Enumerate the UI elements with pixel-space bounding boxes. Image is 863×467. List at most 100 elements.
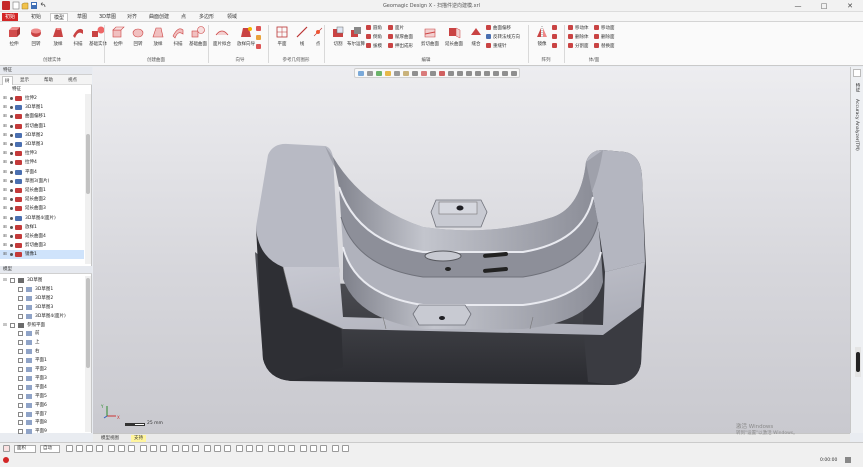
status-tool-9-icon[interactable]: [150, 445, 157, 452]
feature-tree-item[interactable]: ⊞ 延长曲面3: [0, 204, 84, 213]
panel-tab-help[interactable]: 帮助: [42, 76, 55, 85]
view-cube-icon[interactable]: [367, 71, 373, 76]
filter-dropdown[interactable]: 自动: [40, 445, 60, 453]
model-tree-item[interactable]: 平面9: [0, 427, 84, 436]
revolve-solid-button[interactable]: 回转: [24, 25, 48, 49]
chamfer-button[interactable]: 倒角: [366, 34, 382, 41]
feature-tree-item[interactable]: ⊞ 延长曲面4: [0, 232, 84, 241]
status-tool-17-icon[interactable]: [236, 445, 243, 452]
model-tree-item[interactable]: ⊟ 3D草图: [0, 276, 84, 285]
status-tool-23-icon[interactable]: [300, 445, 307, 452]
fillet-button[interactable]: 圆角: [366, 25, 382, 32]
visibility-checkbox[interactable]: [18, 411, 23, 417]
status-tool-25-icon[interactable]: [320, 445, 327, 452]
extrude-solid-button[interactable]: 拉伸: [2, 25, 26, 49]
polygon-select-icon[interactable]: [475, 71, 481, 76]
move-face-button[interactable]: 移动面: [594, 25, 615, 32]
expand-icon[interactable]: ⊞: [3, 96, 8, 101]
panel-tab-display[interactable]: 显示: [18, 76, 31, 85]
expand-icon[interactable]: ⊞: [3, 133, 8, 138]
reverse-normal-button[interactable]: 反转法线方向: [486, 34, 520, 41]
feature-tree-item[interactable]: ⊞ 镜像1: [0, 250, 84, 260]
shell-button[interactable]: 面片: [388, 25, 404, 32]
status-tool-10-icon[interactable]: [160, 445, 167, 452]
expand-icon[interactable]: ⊞: [3, 252, 8, 257]
feature-tree-item[interactable]: ⊞ 3D草图1: [0, 103, 84, 112]
status-tool-4-icon[interactable]: [96, 445, 103, 452]
model-tree-item[interactable]: 3D草图1: [0, 285, 84, 294]
move-body-button[interactable]: 移动体: [568, 25, 589, 32]
filter-icon[interactable]: [430, 71, 436, 76]
tab-sketch[interactable]: 草图: [74, 13, 90, 21]
model-tree-item[interactable]: 平面8: [0, 418, 84, 427]
expand-icon[interactable]: ⊞: [3, 105, 8, 110]
select-tool-icon[interactable]: [3, 445, 10, 452]
visibility-checkbox[interactable]: [18, 429, 23, 435]
feature-tree-item[interactable]: ⊞ 拉伸2: [0, 94, 84, 103]
visibility-icon[interactable]: [10, 225, 13, 229]
visibility-checkbox[interactable]: [18, 384, 23, 390]
tab-initial[interactable]: 初始: [28, 13, 44, 21]
linear-pattern-button[interactable]: [552, 25, 559, 32]
status-tool-5-icon[interactable]: [108, 445, 115, 452]
visibility-checkbox[interactable]: [18, 349, 23, 355]
model-tree-item[interactable]: 右: [0, 347, 84, 356]
invert-select-icon[interactable]: [511, 71, 517, 76]
status-tool-2-icon[interactable]: [76, 445, 83, 452]
expand-icon[interactable]: ⊞: [3, 114, 8, 119]
visibility-icon[interactable]: [10, 179, 13, 183]
visibility-icon[interactable]: [10, 106, 13, 110]
visibility-icon[interactable]: [10, 170, 13, 174]
model-tree-item[interactable]: 平面7: [0, 410, 84, 419]
visibility-icon[interactable]: [10, 235, 13, 238]
wizard-small-2[interactable]: [256, 35, 263, 42]
model-tree-item[interactable]: 3D草图4(面片): [0, 312, 84, 321]
status-tool-16-icon[interactable]: [224, 445, 231, 452]
expand-icon[interactable]: ⊞: [3, 188, 8, 193]
expand-icon[interactable]: ⊞: [3, 234, 8, 239]
expand-icon[interactable]: ⊞: [3, 243, 8, 248]
expand-icon[interactable]: ⊞: [3, 160, 8, 165]
visibility-icon[interactable]: [10, 133, 13, 137]
tab-align[interactable]: 对齐: [124, 13, 140, 21]
collapse-icon[interactable]: ⊟: [3, 323, 8, 328]
status-tool-1-icon[interactable]: [66, 445, 73, 452]
expand-icon[interactable]: ⊞: [3, 151, 8, 156]
model-tree-item[interactable]: 平面6: [0, 401, 84, 410]
visibility-checkbox[interactable]: [18, 358, 23, 364]
visibility-checkbox[interactable]: [18, 367, 23, 372]
tab-polygon[interactable]: 多边形: [196, 13, 217, 21]
tab-region[interactable]: 领域: [224, 13, 240, 21]
model-tree-item[interactable]: 上: [0, 338, 84, 347]
feature-tree-item[interactable]: ⊞ 3D草图4(面片): [0, 214, 84, 223]
boolean-button[interactable]: 布尔运算: [344, 25, 368, 49]
base-surface-button[interactable]: 基础曲面: [186, 25, 210, 49]
visibility-checkbox[interactable]: [10, 278, 15, 283]
model-tree-item[interactable]: 3D草图3: [0, 303, 84, 312]
right-scrollbar[interactable]: [855, 347, 861, 377]
extend-surface-button[interactable]: 延长曲面: [442, 25, 466, 49]
status-tool-3-icon[interactable]: [86, 445, 93, 452]
expand-icon[interactable]: ⊞: [3, 225, 8, 230]
tab-file[interactable]: 初始: [2, 13, 19, 21]
expand-icon[interactable]: ⊞: [3, 216, 8, 221]
model-tree-item[interactable]: 平面1: [0, 356, 84, 365]
feature-tree-item[interactable]: ⊞ 剪切曲面1: [0, 122, 84, 131]
feature-tree-item[interactable]: ⊞ 3D草图3: [0, 140, 84, 149]
visibility-checkbox[interactable]: [18, 393, 23, 399]
trim-surface-button[interactable]: 剪切曲面: [418, 25, 442, 49]
model-tree-item[interactable]: 平面5: [0, 392, 84, 401]
stitch-button[interactable]: 缝合: [464, 25, 488, 49]
visibility-icon[interactable]: [10, 161, 13, 165]
shading-icon[interactable]: [376, 71, 382, 76]
model-tree-item[interactable]: ⊟ 参照平面: [0, 321, 84, 330]
thicken-button[interactable]: 赋厚曲面: [388, 34, 413, 41]
select-mode-dropdown[interactable]: 面积: [14, 445, 36, 453]
replace-face-button[interactable]: 替换面: [594, 43, 615, 50]
wizard-small-3[interactable]: [256, 44, 263, 51]
feature-tree-item[interactable]: ⊞ 曲面偏移1: [0, 112, 84, 121]
circular-pattern-button[interactable]: [552, 34, 559, 41]
visibility-checkbox[interactable]: [18, 375, 23, 381]
model-tree-item[interactable]: 3D草图2: [0, 294, 84, 303]
section-icon[interactable]: [394, 71, 400, 76]
